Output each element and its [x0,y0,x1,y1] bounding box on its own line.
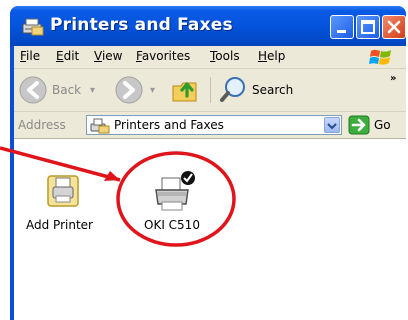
menu-view[interactable]: View [94,49,122,63]
minimize-icon [337,30,346,33]
menu-bar: File Edit View Favorites Tools Help [14,46,406,69]
oki-c510-item[interactable]: OKI C510 [134,170,214,250]
address-value: Printers and Faxes [114,118,224,132]
window-title: Printers and Faxes [50,15,233,35]
title-bar[interactable]: Printers and Faxes [10,6,406,46]
minimize-button[interactable] [330,15,354,39]
address-dropdown-button[interactable] [324,117,340,133]
maximize-button[interactable] [356,15,380,39]
close-button[interactable] [382,15,406,39]
windows-flag-icon [369,49,391,65]
oki-c510-label: OKI C510 [144,218,200,232]
menu-file[interactable]: File [20,49,40,63]
printer-icon [155,171,195,211]
explorer-window: Printers and Faxes File Edit View Favori… [10,6,406,320]
toolbar-overflow-chevron[interactable]: » [390,73,396,84]
menu-favorites[interactable]: Favorites [136,49,190,63]
address-bar: Address Printers and Faxes Go [14,112,406,139]
window-client-area: File Edit View Favorites Tools Help Back… [14,46,406,320]
add-printer-label: Add Printer [26,218,93,232]
menu-help[interactable]: Help [258,49,285,63]
search-icon [220,77,245,102]
chevron-down-icon [327,123,337,130]
go-arrow-icon[interactable] [348,115,370,135]
back-button[interactable]: Back ▾ [18,75,98,105]
search-label: Search [252,83,294,97]
address-label: Address [18,118,66,132]
forward-dropdown-icon: ▾ [150,85,156,96]
forward-button[interactable]: ▾ [114,75,160,105]
back-dropdown-icon: ▾ [90,85,96,96]
close-icon [387,20,401,34]
back-label: Back [52,83,82,97]
search-button[interactable]: Search [218,75,318,105]
maximize-icon [361,20,375,34]
address-input[interactable]: Printers and Faxes [86,115,342,135]
printers-folder-icon [22,18,44,36]
add-printer-item[interactable]: Add Printer [26,170,100,246]
back-arrow-icon [19,76,47,104]
printers-folder-icon [90,118,110,134]
up-folder-icon [172,82,197,102]
add-printer-icon [47,175,79,207]
forward-arrow-icon [115,76,143,104]
go-button-label[interactable]: Go [374,118,391,132]
toolbar-separator [210,77,211,103]
menu-edit[interactable]: Edit [56,49,79,63]
menu-tools[interactable]: Tools [210,49,240,63]
standard-toolbar: Back ▾ ▾ Search » [14,69,406,112]
up-folder-button[interactable] [170,74,202,106]
